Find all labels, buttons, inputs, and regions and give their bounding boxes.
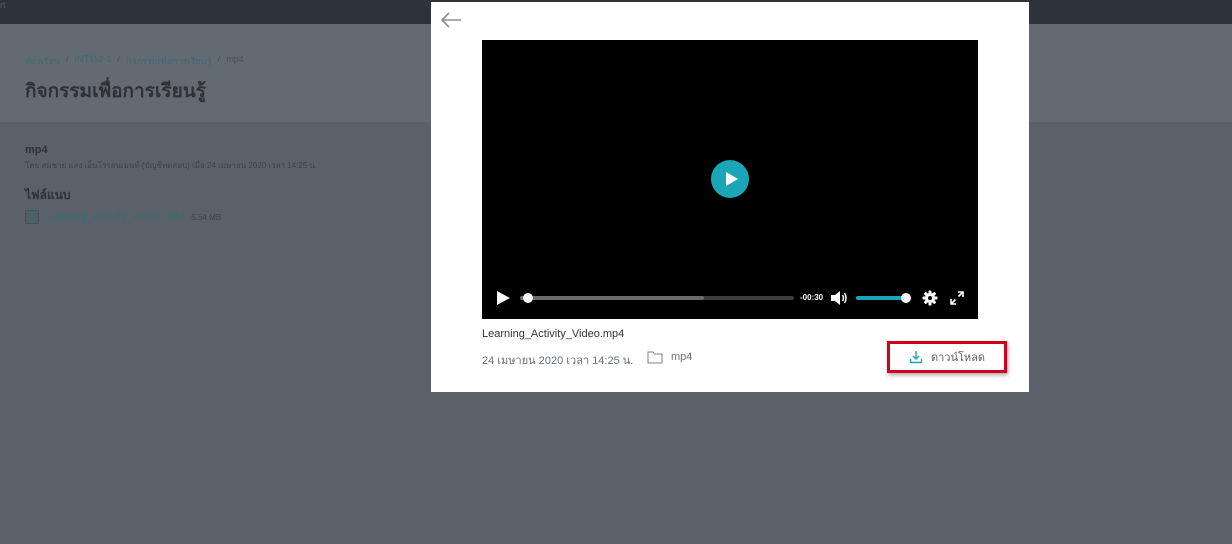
download-label: ดาวน์โหลด: [930, 352, 986, 364]
attachment-link[interactable]: Learning_Activity_Video.mp4: [43, 211, 185, 223]
big-play-button[interactable]: [711, 160, 749, 198]
play-button[interactable]: [495, 290, 511, 306]
video-player[interactable]: -00:30: [482, 40, 978, 319]
play-icon: [497, 291, 510, 305]
gear-icon[interactable]: [922, 290, 938, 306]
volume-icon[interactable]: [830, 290, 848, 306]
document-meta: โดย สมชาย แสง เอ็นโวรอนเมนท์ (บัญชีทดสอบ…: [25, 161, 318, 170]
download-icon: [909, 350, 923, 364]
video-upload-date: 24 เมษายน 2020 เวลา 14:25 น.: [482, 355, 634, 367]
volume-slider[interactable]: [856, 293, 911, 303]
video-preview-modal: -00:30 Learning_Activity_Video.mp4 24 เม…: [431, 2, 1029, 392]
fullscreen-icon[interactable]: [949, 290, 965, 306]
topbar-text: rt: [0, 0, 6, 10]
video-file-type: mp4: [671, 351, 693, 363]
file-icon: [25, 210, 39, 224]
progress-bar[interactable]: [520, 293, 794, 303]
breadcrumb-separator: /: [117, 54, 120, 64]
folder-icon: [647, 350, 663, 364]
back-arrow-icon[interactable]: [440, 10, 462, 30]
breadcrumb-item-activity[interactable]: กิจกรรมเพื่อการเรียนรู้: [126, 54, 212, 68]
attachments-heading: ไฟล์แนบ: [25, 188, 71, 202]
volume-level: [856, 296, 906, 300]
video-file-name: Learning_Activity_Video.mp4: [482, 328, 625, 340]
time-remaining: -00:30: [800, 293, 824, 302]
document-title: mp4: [25, 144, 48, 156]
breadcrumb-item-course[interactable]: INT112-1: [75, 54, 112, 68]
progress-thumb[interactable]: [523, 293, 534, 303]
download-button[interactable]: ดาวน์โหลด: [887, 341, 1007, 373]
play-icon: [726, 172, 738, 186]
attachment-size: 5.54 MB: [191, 212, 222, 222]
attachment-item[interactable]: Learning_Activity_Video.mp4 5.54 MB: [25, 210, 221, 224]
breadcrumb: ห้องเรียน / INT112-1 / กิจกรรมเพื่อการเร…: [25, 54, 244, 68]
progress-buffered: [520, 296, 704, 300]
volume-thumb[interactable]: [901, 293, 911, 303]
breadcrumb-item-current: mp4: [226, 54, 244, 64]
video-controls: -00:30: [482, 286, 978, 310]
breadcrumb-item-classroom[interactable]: ห้องเรียน: [25, 54, 60, 68]
breadcrumb-separator: /: [217, 54, 221, 64]
page-title: กิจกรรมเพื่อการเรียนรู้: [25, 81, 206, 102]
breadcrumb-separator: /: [66, 54, 69, 64]
